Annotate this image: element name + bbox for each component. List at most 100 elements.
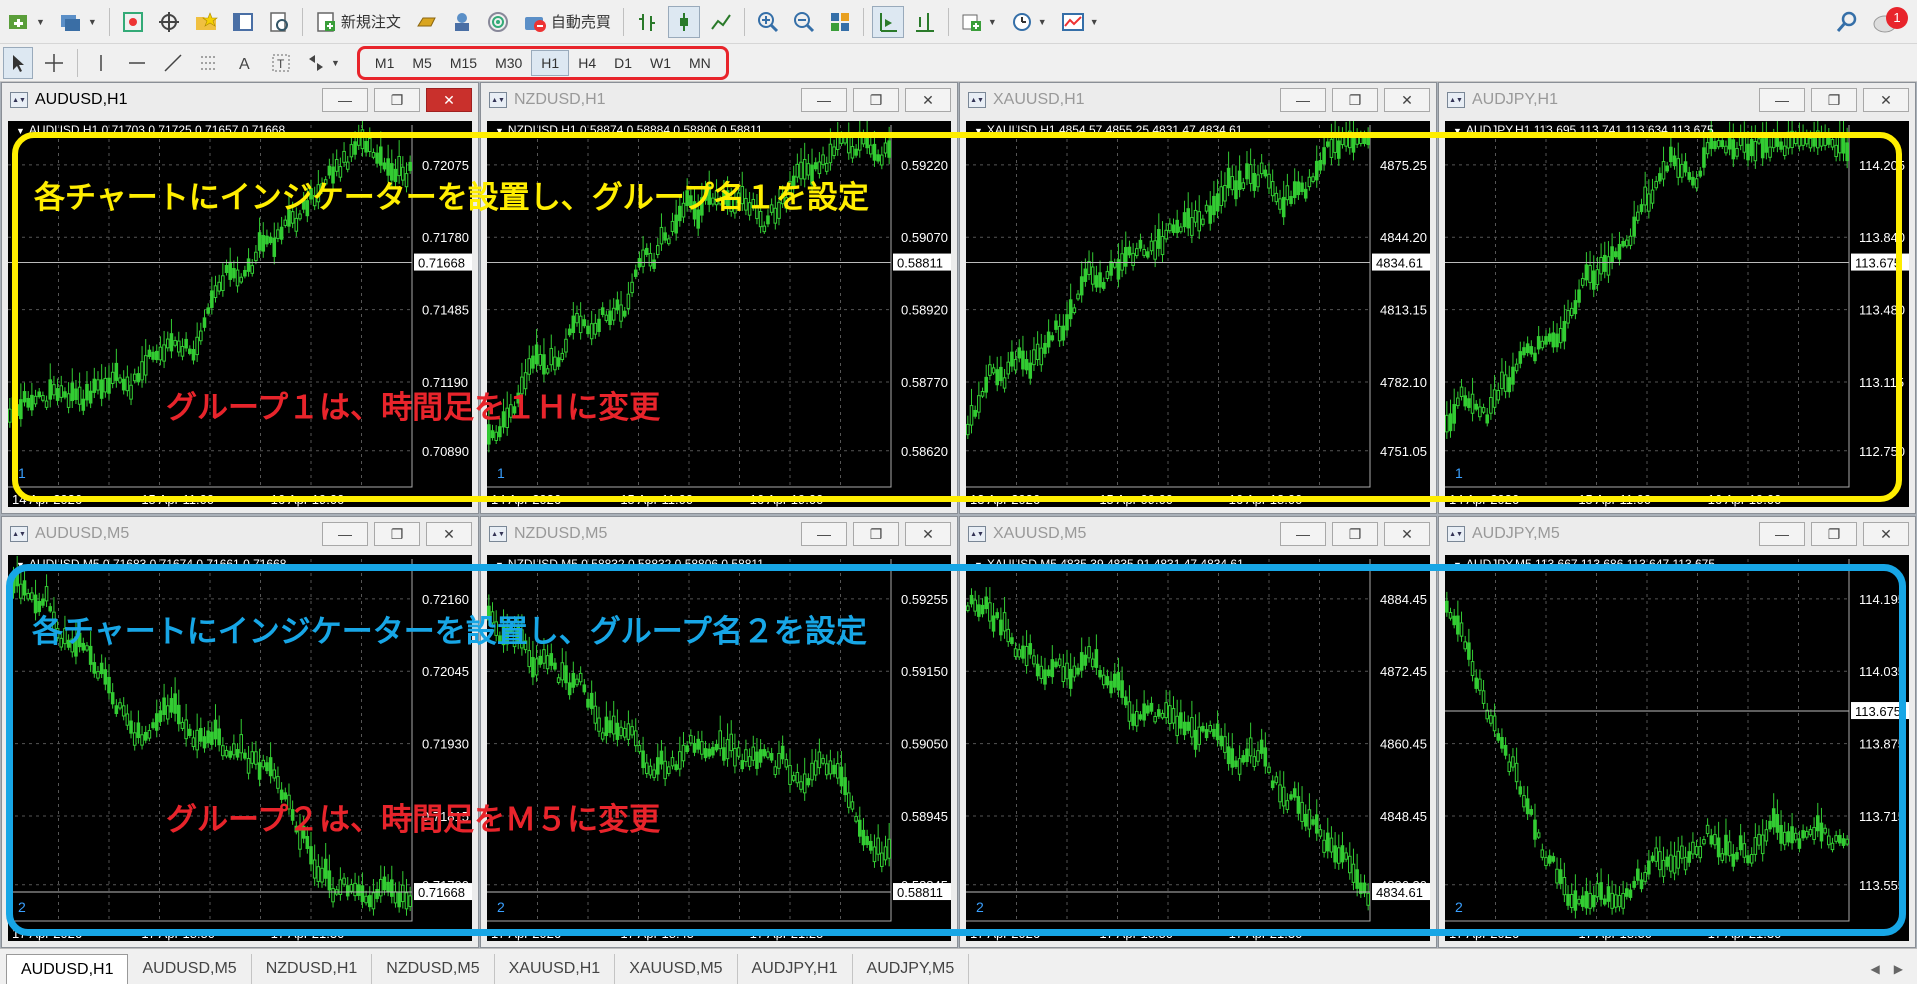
- maximize-button[interactable]: ❐: [1811, 88, 1857, 112]
- close-button[interactable]: ✕: [1384, 88, 1430, 112]
- tab-scroll-left-icon[interactable]: ◀: [1871, 962, 1880, 976]
- chart-menu-icon[interactable]: ▼: [16, 560, 25, 570]
- chart-window-titlebar[interactable]: ▲▼ AUDJPY,M5 — ❐ ✕: [1439, 517, 1915, 551]
- chart-menu-icon[interactable]: ▼: [1453, 126, 1462, 136]
- chart-window-titlebar[interactable]: ▲▼ XAUUSD,M5 — ❐ ✕: [960, 517, 1436, 551]
- maximize-button[interactable]: ❐: [1332, 88, 1378, 112]
- maximize-button[interactable]: ❐: [853, 522, 899, 546]
- zoom-out-button[interactable]: [789, 6, 819, 38]
- chart-tab[interactable]: AUDJPY,M5: [853, 954, 970, 984]
- cursor-tool-button[interactable]: [3, 46, 33, 79]
- chart-tab[interactable]: AUDUSD,H1: [6, 954, 129, 984]
- market-watch-button[interactable]: [118, 6, 148, 38]
- chart-tab[interactable]: XAUUSD,M5: [615, 954, 738, 984]
- zoom-in-button[interactable]: [753, 6, 783, 38]
- periods-button[interactable]: ▼: [1007, 6, 1051, 38]
- chart-tab[interactable]: NZDUSD,H1: [252, 954, 373, 984]
- chart-menu-icon[interactable]: ▼: [495, 560, 504, 570]
- timeframe-h1[interactable]: H1: [531, 49, 570, 76]
- close-button[interactable]: ✕: [426, 88, 472, 112]
- minimize-button[interactable]: —: [1280, 522, 1326, 546]
- chart-window[interactable]: ▲▼ AUDUSD,H1— ❐ ✕ 0.72075 0.71780 0.71485 0.711…: [1, 82, 479, 514]
- arrows-button[interactable]: ▼: [302, 47, 344, 79]
- bar-chart-button[interactable]: [632, 6, 662, 38]
- minimize-button[interactable]: —: [322, 88, 368, 112]
- chart-canvas[interactable]: 4884.454872.454860.454848.454836.304834.…: [966, 555, 1430, 941]
- close-button[interactable]: ✕: [426, 522, 472, 546]
- strategy-tester-button[interactable]: [264, 6, 294, 38]
- maximize-button[interactable]: ❐: [853, 88, 899, 112]
- crosshair-tool-button[interactable]: [39, 47, 69, 79]
- chart-menu-icon[interactable]: ▼: [16, 126, 25, 136]
- chart-window[interactable]: ▲▼ AUDJPY,M5 — ❐ ✕ 114.195 114.035 113.875 113.7…: [1438, 516, 1916, 948]
- maximize-button[interactable]: ❐: [374, 88, 420, 112]
- chart-window[interactable]: ▲▼ XAUUSD,M5 — ❐ ✕ 4884.45 4872.45 4860.45 4848.…: [959, 516, 1437, 948]
- timeframe-m15[interactable]: M15: [441, 50, 486, 76]
- chart-window[interactable]: ▲▼ AUDUSD,M5— ❐ ✕ 0.72160 0.72045 0.71930 0.718…: [1, 516, 479, 948]
- chart-window-titlebar[interactable]: ▲▼ NZDUSD,M5 — ❐ ✕: [481, 517, 957, 551]
- indicators-button[interactable]: ▼: [957, 6, 1001, 38]
- timeframe-m30[interactable]: M30: [486, 50, 531, 76]
- auto-trading-button[interactable]: 自動売買: [519, 6, 615, 38]
- chart-window-titlebar[interactable]: ▲▼ AUDUSD,M5 — ❐ ✕: [2, 517, 478, 551]
- maximize-button[interactable]: ❐: [374, 522, 420, 546]
- chart-window-titlebar[interactable]: ▲▼ NZDUSD,H1 — ❐ ✕: [481, 83, 957, 117]
- close-button[interactable]: ✕: [1863, 88, 1909, 112]
- terminal-button[interactable]: [228, 6, 258, 38]
- auto-scroll-button[interactable]: [871, 5, 904, 38]
- chart-window[interactable]: ▲▼ AUDJPY,H1 — ❐ ✕ 114.205 113.840 113.480 113.1…: [1438, 82, 1916, 514]
- close-button[interactable]: ✕: [1384, 522, 1430, 546]
- timeframe-m5[interactable]: M5: [403, 50, 440, 76]
- candlestick-button[interactable]: [667, 5, 700, 38]
- minimize-button[interactable]: —: [1759, 522, 1805, 546]
- signals-button[interactable]: [411, 6, 441, 38]
- chart-menu-icon[interactable]: ▼: [1453, 560, 1462, 570]
- chart-window[interactable]: ▲▼ XAUUSD,H1 — ❐ ✕ 4875.25 4844.20 4813.15 4782.…: [959, 82, 1437, 514]
- timeframe-d1[interactable]: D1: [605, 50, 641, 76]
- chart-menu-icon[interactable]: ▼: [974, 126, 983, 136]
- chart-window-titlebar[interactable]: ▲▼ XAUUSD,H1 — ❐ ✕: [960, 83, 1436, 117]
- close-button[interactable]: ✕: [905, 88, 951, 112]
- timeframe-m1[interactable]: M1: [366, 50, 403, 76]
- tile-windows-button[interactable]: [825, 6, 855, 38]
- market-button[interactable]: [447, 6, 477, 38]
- chart-canvas[interactable]: 114.195 114.035 113.875 113.715 113.555 113.6…: [1445, 555, 1909, 941]
- timeframe-w1[interactable]: W1: [641, 50, 680, 76]
- maximize-button[interactable]: ❐: [1811, 522, 1857, 546]
- trendline-button[interactable]: [158, 47, 188, 79]
- timeframe-h4[interactable]: H4: [569, 50, 605, 76]
- text-tool-button[interactable]: A: [230, 47, 260, 79]
- chart-shift-button[interactable]: [910, 6, 940, 38]
- chart-tab[interactable]: NZDUSD,M5: [372, 954, 495, 984]
- chart-menu-icon[interactable]: ▼: [974, 560, 983, 570]
- minimize-button[interactable]: —: [801, 522, 847, 546]
- text-label-button[interactable]: T: [266, 47, 296, 79]
- search-icon[interactable]: [1835, 10, 1859, 34]
- profiles-button[interactable]: ▼: [55, 6, 101, 38]
- vertical-line-button[interactable]: [86, 47, 116, 79]
- channel-button[interactable]: [194, 47, 224, 79]
- minimize-button[interactable]: —: [322, 522, 368, 546]
- horizontal-line-button[interactable]: [122, 47, 152, 79]
- tab-scroll-right-icon[interactable]: ▶: [1894, 962, 1903, 976]
- vps-button[interactable]: [483, 6, 513, 38]
- chart-tab[interactable]: XAUUSD,H1: [495, 954, 616, 984]
- chart-window-titlebar[interactable]: ▲▼ AUDJPY,H1 — ❐ ✕: [1439, 83, 1915, 117]
- timeframe-mn[interactable]: MN: [680, 50, 720, 76]
- close-button[interactable]: ✕: [905, 522, 951, 546]
- templates-button[interactable]: ▼: [1057, 6, 1103, 38]
- navigator-button[interactable]: [190, 6, 222, 38]
- chart-window[interactable]: ▲▼ NZDUSD,H1 — ❐ ✕ 0.59220 0.59070 0.58920 0.587…: [480, 82, 958, 514]
- line-chart-button[interactable]: [706, 6, 736, 38]
- chart-tab[interactable]: AUDUSD,M5: [128, 954, 252, 984]
- new-order-button[interactable]: 新規注文: [311, 6, 405, 38]
- minimize-button[interactable]: —: [1280, 88, 1326, 112]
- minimize-button[interactable]: —: [801, 88, 847, 112]
- maximize-button[interactable]: ❐: [1332, 522, 1378, 546]
- new-chart-button[interactable]: ▼: [3, 6, 49, 38]
- chart-window[interactable]: ▲▼ NZDUSD,M5 — ❐ ✕ 0.59255 0.59150 0.59050 0.589…: [480, 516, 958, 948]
- notifications-button[interactable]: 1: [1873, 6, 1908, 37]
- close-button[interactable]: ✕: [1863, 522, 1909, 546]
- chart-canvas[interactable]: 114.205 113.840 113.480 113.115 112.750 113.6…: [1445, 121, 1909, 507]
- chart-canvas[interactable]: 4875.25 4844.20 4813.15 4782.10 4751.05 4834.…: [966, 121, 1430, 507]
